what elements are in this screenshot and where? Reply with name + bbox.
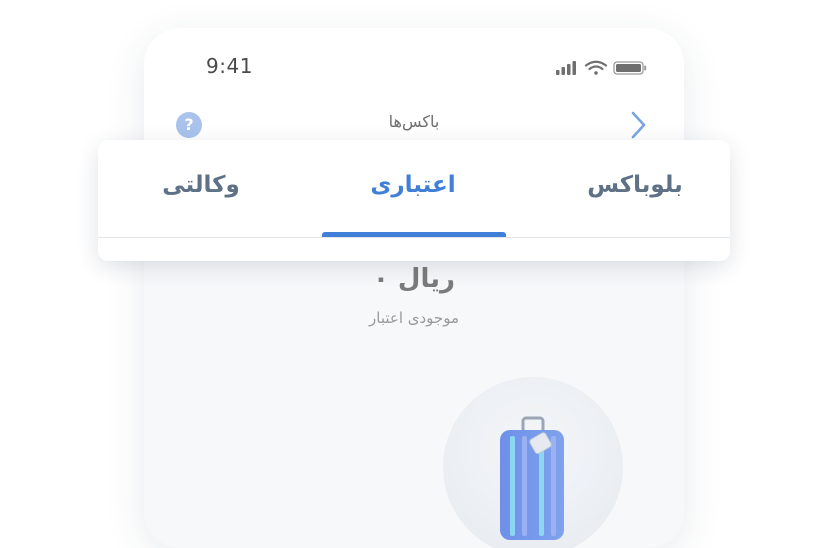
tab-proxy[interactable]: وکالتی	[126, 172, 276, 198]
page-title: باکس‌ها	[388, 112, 440, 131]
suitcase-illustration	[443, 377, 623, 548]
wifi-icon	[584, 60, 608, 75]
tabs-divider	[98, 237, 730, 238]
tab-bluebox[interactable]: بلوباکس	[560, 172, 710, 198]
battery-icon	[613, 61, 647, 75]
status-time: 9:41	[206, 54, 253, 78]
tabs-bar: بلوباکس اعتباری وکالتی	[98, 140, 730, 261]
balance-label: موجودی اعتبار	[369, 309, 459, 327]
balance-amount: ۰ ریال	[373, 264, 455, 294]
tab-credit[interactable]: اعتباری	[338, 172, 488, 198]
phone-frame: 9:41 باکس‌ها ? ۰ ریال موجودی اعتبار	[144, 28, 684, 548]
chevron-right-icon	[631, 111, 646, 139]
status-icons	[556, 60, 647, 75]
help-button[interactable]: ?	[176, 112, 202, 138]
cellular-signal-icon	[556, 61, 576, 75]
back-button[interactable]	[628, 110, 650, 140]
suitcase-icon	[500, 416, 564, 540]
